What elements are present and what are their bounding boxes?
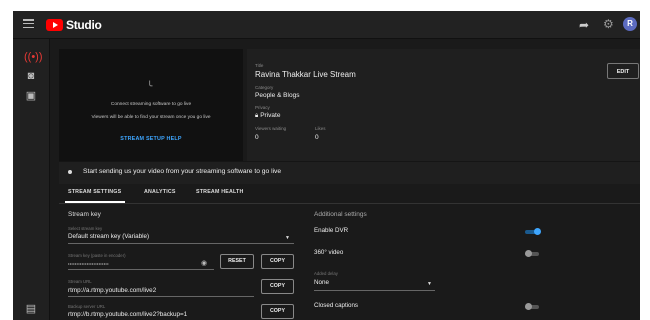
copy-stream-key-button[interactable]: COPY bbox=[261, 254, 294, 269]
eye-icon[interactable]: ◉ bbox=[201, 259, 207, 267]
active-tab-indicator bbox=[65, 201, 125, 203]
stream-title: Ravina Thakkar Live Stream bbox=[255, 70, 356, 79]
go-live-notice: Start sending us your video from your st… bbox=[59, 161, 640, 184]
status-dot-icon bbox=[68, 170, 72, 174]
youtube-play-icon bbox=[46, 18, 63, 31]
reset-button[interactable]: RESET bbox=[220, 254, 254, 269]
settings-gear-icon[interactable]: ⚙ bbox=[603, 17, 614, 31]
copy-stream-url-button[interactable]: COPY bbox=[261, 279, 294, 294]
stream-url-field[interactable]: rtmp://a.rtmp.youtube.com/live2 bbox=[68, 287, 156, 294]
live-stream-icon[interactable]: ((•)) bbox=[24, 51, 43, 63]
copy-backup-url-button[interactable]: COPY bbox=[261, 304, 294, 319]
viewers-waiting-label: Viewers waiting bbox=[255, 126, 287, 131]
preview-message: Connect streaming software to go live bbox=[110, 102, 192, 107]
privacy-text: Private bbox=[260, 112, 281, 119]
studio-window: Studio ➦ ⚙ R ((•)) ◙ ▣ ▤ ╰ Connect strea… bbox=[13, 11, 640, 320]
added-delay-dropdown[interactable]: None bbox=[314, 279, 329, 286]
backup-url-label: Backup server URL bbox=[68, 304, 106, 309]
studio-logo[interactable]: Studio bbox=[46, 17, 102, 32]
enable-dvr-label: Enable DVR bbox=[314, 227, 349, 234]
preview-submessage: Viewers will be able to find your stream… bbox=[91, 115, 211, 120]
top-bar: Studio ➦ ⚙ R bbox=[13, 11, 640, 39]
stream-key-heading: Stream key bbox=[68, 211, 101, 218]
webcam-icon[interactable]: ◙ bbox=[24, 70, 38, 82]
closed-captions-label: Closed captions bbox=[314, 302, 359, 309]
share-icon[interactable]: ➦ bbox=[579, 18, 589, 32]
video-360-toggle[interactable] bbox=[525, 250, 541, 257]
left-rail: ((•)) ◙ ▣ ▤ bbox=[13, 39, 50, 320]
hamburger-menu-icon[interactable] bbox=[23, 19, 34, 29]
stream-info-panel: Title Ravina Thakkar Live Stream Categor… bbox=[247, 49, 640, 161]
title-label: Title bbox=[255, 63, 264, 68]
avatar[interactable]: R bbox=[623, 17, 637, 31]
category-value: People & Blogs bbox=[255, 92, 300, 99]
calendar-icon[interactable]: ▣ bbox=[24, 90, 38, 102]
select-underline bbox=[68, 243, 294, 244]
stream-url-underline bbox=[68, 296, 254, 297]
privacy-label: Privacy bbox=[255, 105, 270, 110]
backup-url-field[interactable]: rtmp://b.rtmp.youtube.com/live2?backup=1 bbox=[68, 311, 187, 318]
notice-text: Start sending us your video from your st… bbox=[83, 168, 282, 175]
enable-dvr-toggle[interactable] bbox=[525, 228, 541, 235]
tab-analytics[interactable]: ANALYTICS bbox=[144, 189, 176, 195]
category-label: Category bbox=[255, 85, 274, 90]
tab-stream-health[interactable]: STREAM HEALTH bbox=[196, 189, 244, 195]
viewers-waiting-value: 0 bbox=[255, 134, 259, 141]
lock-icon: 🔒︎ bbox=[255, 113, 259, 119]
likes-label: Likes bbox=[315, 126, 326, 131]
video-360-label: 360° video bbox=[314, 249, 344, 256]
delay-underline bbox=[314, 290, 435, 291]
stream-url-label: Stream URL bbox=[68, 279, 92, 284]
edit-button[interactable]: EDIT bbox=[607, 63, 639, 79]
closed-captions-toggle[interactable] bbox=[525, 303, 541, 310]
stream-key-label: Stream key (paste in encoder) bbox=[68, 253, 126, 258]
additional-settings-heading: Additional settings bbox=[314, 211, 367, 218]
select-stream-key-label: Select stream key bbox=[68, 226, 103, 231]
stream-key-field[interactable]: •••••••••••••••••••••••• bbox=[68, 261, 109, 266]
loading-spinner-icon: ╰ bbox=[147, 81, 153, 91]
stream-key-underline bbox=[68, 269, 214, 270]
select-stream-key-dropdown[interactable]: Default stream key (Variable) bbox=[68, 233, 149, 240]
tab-stream-settings[interactable]: STREAM SETTINGS bbox=[68, 189, 121, 195]
tab-bar: STREAM SETTINGS ANALYTICS STREAM HEALTH bbox=[59, 185, 640, 204]
dropdown-arrow-icon[interactable]: ▼ bbox=[285, 235, 290, 241]
stream-preview: ╰ Connect streaming software to go live … bbox=[59, 49, 243, 161]
stream-setup-help-link[interactable]: STREAM SETUP HELP bbox=[59, 136, 243, 142]
feedback-icon[interactable]: ▤ bbox=[24, 303, 38, 315]
logo-text: Studio bbox=[66, 17, 102, 32]
delay-dropdown-arrow-icon[interactable]: ▼ bbox=[427, 281, 432, 287]
added-delay-label: Added delay bbox=[314, 271, 338, 276]
privacy-value: 🔒︎ Private bbox=[255, 112, 280, 120]
likes-value: 0 bbox=[315, 134, 319, 141]
